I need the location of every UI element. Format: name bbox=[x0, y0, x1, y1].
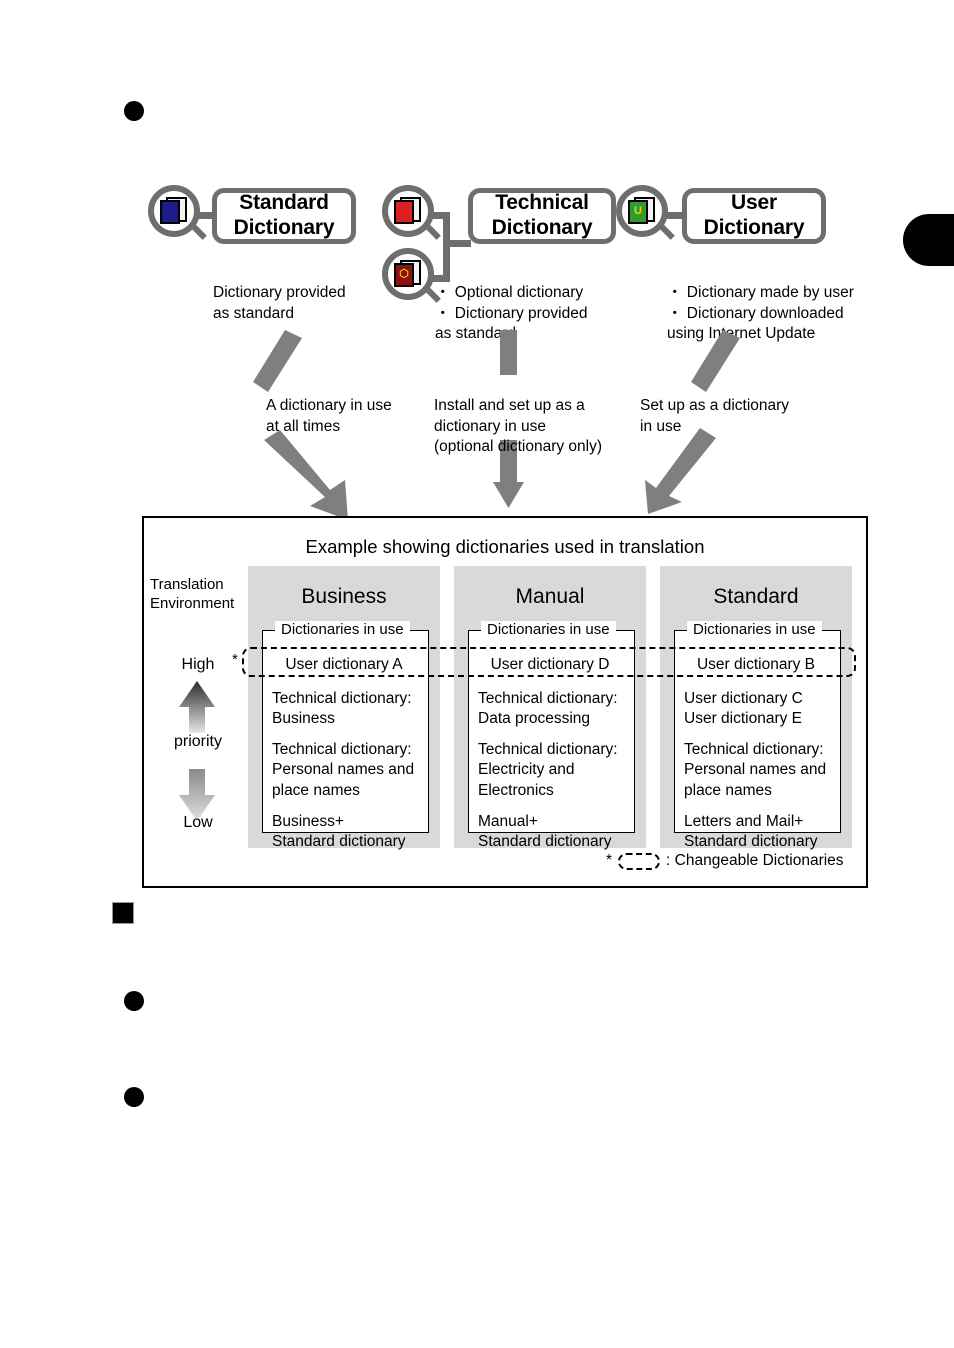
changeable-dictionaries-highlight bbox=[242, 647, 856, 677]
bullet-round-top bbox=[124, 101, 144, 121]
book-icon: ⬡ bbox=[393, 259, 423, 289]
book-icon bbox=[393, 196, 423, 226]
user-dictionary-callout: User Dictionary bbox=[682, 188, 826, 244]
priority-mid-label: priority bbox=[173, 733, 222, 750]
page-thumb-tab bbox=[903, 214, 954, 266]
book-icon: U bbox=[627, 196, 657, 226]
column-business: Business Dictionaries in use User dictio… bbox=[248, 566, 440, 850]
technical-arrow-label: Install and set up as a dictionary in us… bbox=[434, 397, 603, 456]
book-emblem-icon: U bbox=[634, 204, 642, 217]
standard-dictionary-icon bbox=[148, 185, 207, 240]
priority-up-arrow bbox=[179, 681, 215, 733]
book-front-cover bbox=[394, 200, 414, 224]
column-business-group-label: Dictionaries in use bbox=[275, 621, 410, 638]
user-arrow-upper bbox=[691, 330, 740, 392]
priority-axis-arrows bbox=[179, 681, 215, 821]
standard-arrow-label: A dictionary in use at all times bbox=[266, 397, 392, 435]
standard-dictionary-title: Standard Dictionary bbox=[233, 191, 335, 239]
list-item: Business+ Standard dictionary bbox=[272, 812, 406, 850]
column-manual: Manual Dictionaries in use User dictiona… bbox=[454, 566, 646, 850]
standard-arrow-lower bbox=[264, 430, 348, 520]
priority-high-label: High bbox=[181, 656, 215, 673]
magnifier-handle-icon bbox=[189, 222, 207, 240]
list-item: Technical dictionary: Data processing bbox=[478, 690, 618, 728]
translation-environment-label: Translation Environment bbox=[150, 576, 235, 613]
legend-dashed-chip bbox=[618, 852, 661, 870]
column-standard-title: Standard bbox=[713, 585, 799, 608]
technical-arrow-upper bbox=[500, 330, 517, 375]
bullet-square-mid bbox=[112, 902, 134, 924]
example-panel-title: Example showing dictionaries used in tra… bbox=[305, 536, 705, 557]
list-item: Technical dictionary: Personal names and… bbox=[684, 741, 827, 799]
column-manual-entries: Technical dictionary: Data processing Te… bbox=[478, 689, 633, 852]
standard-dictionary-callout: Standard Dictionary bbox=[212, 188, 356, 244]
technical-dictionary-callout: Technical Dictionary bbox=[468, 188, 616, 244]
technical-dictionary-title: Technical Dictionary bbox=[491, 191, 593, 239]
technical-connector-vertical bbox=[443, 212, 450, 282]
example-panel: Example showing dictionaries used in tra… bbox=[142, 516, 868, 888]
column-manual-group-label: Dictionaries in use bbox=[481, 621, 616, 638]
technical-dictionary-icon bbox=[382, 185, 441, 240]
changeable-legend: * : Changeable Dictionaries bbox=[606, 852, 844, 870]
list-item: User dictionary C User dictionary E bbox=[684, 690, 803, 728]
magnifier-handle-icon bbox=[423, 222, 441, 240]
bullet-round-lower bbox=[124, 991, 144, 1011]
list-item: Manual+ Standard dictionary bbox=[478, 812, 612, 850]
column-business-title: Business bbox=[301, 585, 387, 608]
legend-star: * bbox=[606, 852, 613, 869]
list-item: Technical dictionary: Electricity and El… bbox=[478, 741, 618, 799]
user-dictionary-title: User Dictionary bbox=[703, 191, 805, 239]
column-standard: Standard Dictionaries in use User dictio… bbox=[660, 566, 852, 850]
book-emblem-icon: ⬡ bbox=[399, 267, 409, 280]
book-icon bbox=[159, 196, 189, 226]
standard-arrow-upper bbox=[253, 330, 302, 392]
user-dictionary-icon: U bbox=[616, 185, 675, 240]
legend-text: : Changeable Dictionaries bbox=[666, 852, 844, 869]
bullet-round-bottom bbox=[124, 1087, 144, 1107]
column-standard-group-label: Dictionaries in use bbox=[687, 621, 822, 638]
standard-dictionary-description: Dictionary provided as standard bbox=[213, 284, 346, 322]
technical-connector-stem bbox=[443, 240, 471, 247]
list-item: Letters and Mail+ Standard dictionary bbox=[684, 812, 818, 850]
column-standard-entries: User dictionary C User dictionary E Tech… bbox=[684, 689, 839, 852]
magnifier-handle-icon bbox=[657, 222, 675, 240]
book-front-cover bbox=[160, 200, 180, 224]
priority-low-label: Low bbox=[183, 814, 213, 831]
optional-dictionary-icon: ⬡ bbox=[382, 248, 441, 303]
column-business-entries: Technical dictionary: Business Technical… bbox=[272, 689, 427, 852]
technical-arrow-head bbox=[493, 482, 524, 508]
list-item: Technical dictionary: Business bbox=[272, 690, 412, 728]
column-manual-title: Manual bbox=[515, 585, 585, 608]
user-arrow-label: Set up as a dictionary in use bbox=[640, 397, 790, 435]
list-item: Technical dictionary: Personal names and… bbox=[272, 741, 415, 799]
changeable-star-marker: * bbox=[232, 651, 238, 668]
